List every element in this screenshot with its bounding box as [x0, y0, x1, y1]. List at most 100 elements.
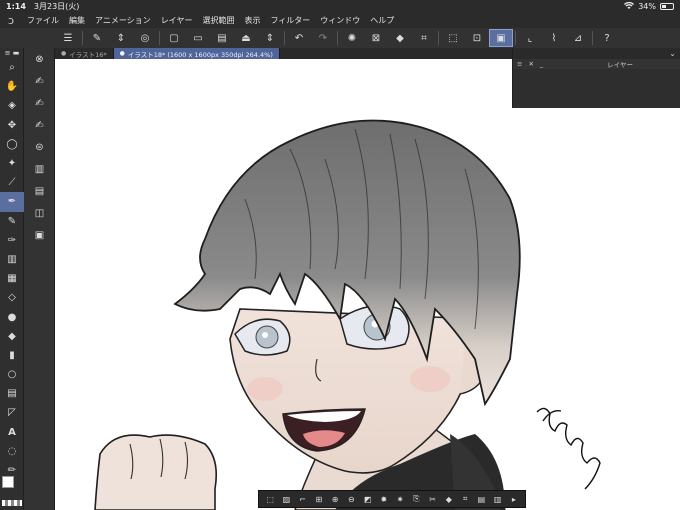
operation-icon[interactable]: ◈: [0, 96, 24, 115]
pencil-icon[interactable]: ✎: [0, 212, 24, 231]
transparent-color-icon[interactable]: [2, 500, 22, 506]
new-raster-icon[interactable]: ▤: [476, 494, 487, 505]
more-icon[interactable]: ▸: [508, 494, 519, 505]
export-icon[interactable]: ⏏: [234, 29, 258, 47]
battery-icon: [660, 3, 674, 10]
drawing-canvas[interactable]: [55, 59, 680, 510]
sub-tool-pen3-icon[interactable]: ✍: [24, 114, 55, 136]
menu-file[interactable]: ファイル: [22, 15, 64, 26]
shrink-icon[interactable]: ⊖: [346, 494, 357, 505]
save-icon[interactable]: ▤: [210, 29, 234, 47]
eyedropper-icon[interactable]: ⟋: [0, 173, 24, 192]
figure-icon[interactable]: ○: [0, 365, 24, 384]
new-canvas-icon[interactable]: ✎: [85, 29, 109, 47]
tab-illust18[interactable]: ● イラスト18* (1600 x 1600px 350dpi 264.4%): [113, 48, 280, 59]
expand-icon[interactable]: ⊕: [330, 494, 341, 505]
panel-minimize-icon[interactable]: _: [540, 60, 543, 68]
tab-close-icon[interactable]: ●: [61, 50, 66, 57]
fill-bucket-icon[interactable]: ◆: [0, 327, 24, 346]
tab-illust16[interactable]: ● イラスト16*: [55, 48, 114, 59]
menu-layer[interactable]: レイヤー: [156, 15, 198, 26]
chevron-updown-icon[interactable]: ⇕: [109, 29, 133, 47]
fill-icon[interactable]: ◆: [388, 29, 412, 47]
sub-tool-material-icon[interactable]: ▣: [24, 224, 55, 246]
text-icon[interactable]: A: [0, 423, 24, 442]
clear-outside-icon[interactable]: ▨: [281, 494, 292, 505]
panel-menu-icon[interactable]: ≡: [517, 60, 522, 68]
deselect-icon-2[interactable]: ⬚: [265, 494, 276, 505]
move-layer-icon[interactable]: ✥: [0, 116, 24, 135]
shrink-selection-icon[interactable]: ✷: [395, 494, 406, 505]
crop-icon[interactable]: ⌐: [297, 494, 308, 505]
ruler-icon[interactable]: ⌞: [518, 29, 542, 47]
snap-icon[interactable]: ⌇: [542, 29, 566, 47]
sub-tool-detail-icon[interactable]: ⊜: [24, 136, 55, 158]
new-file-icon[interactable]: ▢: [162, 29, 186, 47]
menu-bar: ↄ ファイル 編集 アニメーション レイヤー 選択範囲 表示 フィルター ウィン…: [0, 13, 680, 28]
sub-tool-property-icon[interactable]: ▥: [24, 158, 55, 180]
command-bar: ☰ ✎ ⇕ ◎ ▢ ▭ ▤ ⏏ ⇕ ↶ ↷ ✺ ⊠ ◆ ⌗ ⬚ ⊡ ▣ ⌞ ⌇ …: [0, 28, 680, 48]
auto-select-icon[interactable]: ✦: [0, 154, 24, 173]
wifi-icon: [624, 1, 635, 12]
blend-icon[interactable]: ●: [0, 307, 24, 326]
balloon-icon[interactable]: ◌: [0, 442, 24, 461]
invert-selection-icon[interactable]: ◩: [362, 494, 373, 505]
sub-tool-pen-icon[interactable]: ✍: [24, 70, 55, 92]
cut-icon[interactable]: ✂: [427, 494, 438, 505]
frame-icon[interactable]: ▤: [0, 384, 24, 403]
tab-close-icon-active[interactable]: ●: [120, 50, 125, 57]
tool-palette-menu-icon[interactable]: ≡ ▬: [0, 48, 24, 58]
gradient-icon[interactable]: ▮: [0, 346, 24, 365]
menu-window[interactable]: ウィンドウ: [315, 15, 365, 26]
chevron-updown-icon-2[interactable]: ⇕: [258, 29, 282, 47]
ruler-tool-icon[interactable]: ◸: [0, 403, 24, 422]
sub-tool-pen2-icon[interactable]: ✍: [24, 92, 55, 114]
perspective-icon[interactable]: ⊿: [566, 29, 590, 47]
cloud-icon[interactable]: ◎: [133, 29, 157, 47]
eraser-icon[interactable]: ◇: [0, 288, 24, 307]
menu-selection[interactable]: 選択範囲: [197, 15, 239, 26]
undo-icon[interactable]: ↶: [287, 29, 311, 47]
decoration-icon[interactable]: ▦: [0, 269, 24, 288]
selection-launcher-bar: ⬚ ▨ ⌐ ⊞ ⊕ ⊖ ◩ ✹ ✷ ⎘ ✂ ◆ ⌗ ▤ ▥ ▸: [258, 490, 526, 508]
transform-selection-icon[interactable]: ⌗: [460, 494, 471, 505]
deselect-icon[interactable]: ⬚: [441, 29, 465, 47]
panel-collapse-icon[interactable]: ⌄: [513, 48, 680, 59]
help-icon[interactable]: ?: [595, 29, 619, 47]
menu-edit[interactable]: 編集: [64, 15, 90, 26]
hamburger-menu-icon[interactable]: ☰: [56, 29, 80, 47]
open-folder-icon[interactable]: ▭: [186, 29, 210, 47]
menu-view[interactable]: 表示: [239, 15, 265, 26]
redo-icon[interactable]: ↷: [311, 29, 335, 47]
menu-help[interactable]: ヘルプ: [365, 15, 399, 26]
app-logo-icon[interactable]: ↄ: [0, 14, 22, 27]
main-color-swatch[interactable]: [2, 476, 14, 488]
fill-selection-icon[interactable]: ◆: [443, 494, 454, 505]
menu-animation[interactable]: アニメーション: [90, 15, 156, 26]
tone-icon[interactable]: ▥: [492, 494, 503, 505]
layer-panel-title: レイヤー: [607, 61, 633, 69]
divider: [284, 31, 285, 45]
status-time: 1:14: [6, 2, 26, 11]
sub-tool-layer-icon[interactable]: ◫: [24, 202, 55, 224]
search-icon[interactable]: ⊗: [24, 48, 55, 70]
panel-close-icon[interactable]: ✕: [528, 60, 533, 68]
loading-icon[interactable]: ✺: [340, 29, 364, 47]
zoom-icon[interactable]: ⌕: [0, 58, 24, 77]
brush-icon[interactable]: ✑: [0, 231, 24, 250]
sub-tool-brush-size-icon[interactable]: ▤: [24, 180, 55, 202]
pen-icon[interactable]: ✒: [0, 192, 24, 212]
copy-paste-icon[interactable]: ⎘: [411, 494, 422, 505]
lasso-icon[interactable]: ◯: [0, 135, 24, 154]
grow-selection-icon[interactable]: ✹: [378, 494, 389, 505]
clear-icon[interactable]: ⊠: [364, 29, 388, 47]
airbrush-icon[interactable]: ▥: [0, 250, 24, 269]
show-selection-icon[interactable]: ▣: [489, 29, 513, 47]
transform-icon[interactable]: ⌗: [412, 29, 436, 47]
scale-icon[interactable]: ⊞: [313, 494, 324, 505]
divider: [515, 31, 516, 45]
select-all-icon[interactable]: ⊡: [465, 29, 489, 47]
tab-label: イラスト16*: [69, 50, 107, 59]
hand-icon[interactable]: ✋: [0, 77, 24, 96]
menu-filter[interactable]: フィルター: [265, 15, 315, 26]
